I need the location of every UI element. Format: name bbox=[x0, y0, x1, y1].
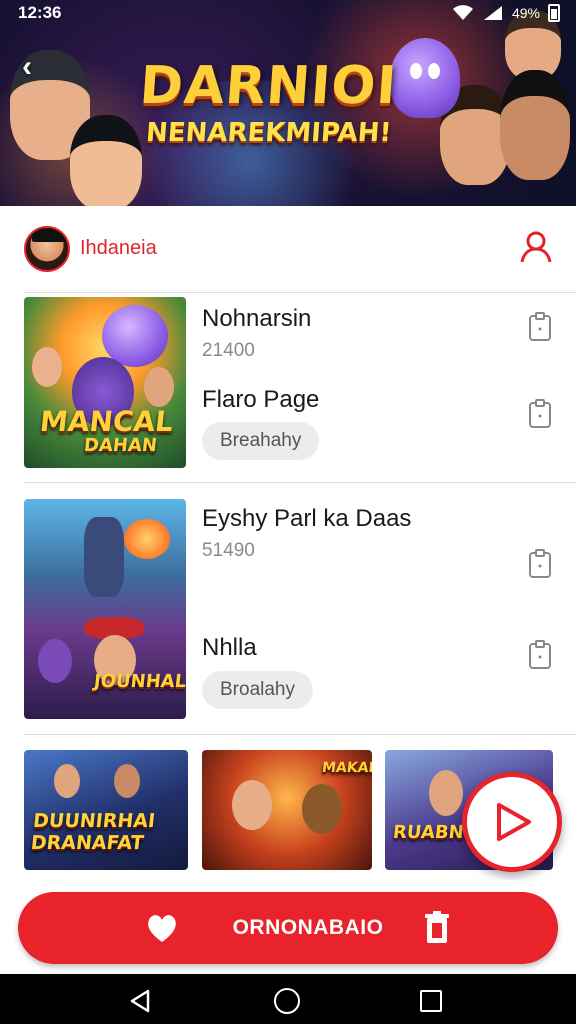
kid-character bbox=[32, 347, 62, 387]
status-bar: 12:36 49% bbox=[0, 0, 576, 28]
hero-character bbox=[500, 70, 570, 180]
item-subtitle[interactable]: Flaro Page bbox=[202, 386, 319, 414]
item-title[interactable]: Eyshy Parl ka Daas bbox=[202, 505, 411, 533]
grid-card-title: MAKAR bbox=[321, 760, 372, 776]
system-nav-bar bbox=[0, 974, 576, 1024]
item-subtitle[interactable]: Nhlla bbox=[202, 634, 257, 662]
status-icons: 49% bbox=[452, 4, 560, 22]
profile-row[interactable]: Ihdaneia bbox=[0, 206, 576, 292]
list-item[interactable]: MANCAL DAHAN Nohnarsin 21400 Flaro Page … bbox=[0, 292, 576, 482]
game-thumbnail[interactable]: MANCAL DAHAN bbox=[24, 297, 186, 468]
item-count: 51490 bbox=[202, 540, 255, 561]
play-icon bbox=[497, 803, 531, 841]
grid-card[interactable]: MAKAR bbox=[202, 750, 372, 870]
signal-icon bbox=[483, 6, 502, 20]
hero-subtitle: NENAREKMIPAH! bbox=[144, 118, 393, 148]
hero-character bbox=[84, 517, 124, 597]
heart-icon[interactable] bbox=[144, 910, 180, 946]
game-thumbnail[interactable]: JOUNHAL bbox=[24, 499, 186, 719]
card-character bbox=[232, 780, 272, 830]
list-item[interactable]: JOUNHAL Eyshy Parl ka Daas 51490 Nhlla B… bbox=[0, 494, 576, 734]
hero-ghost-mascot bbox=[390, 38, 460, 118]
clipboard-icon[interactable] bbox=[528, 399, 552, 429]
battery-percent: 49% bbox=[511, 5, 540, 21]
clipboard-icon[interactable] bbox=[528, 549, 552, 579]
profile-name[interactable]: Ihdaneia bbox=[80, 237, 157, 260]
clipboard-icon[interactable] bbox=[528, 640, 552, 670]
thumbnail-title: MANCAL bbox=[38, 405, 175, 438]
kid-character bbox=[144, 367, 174, 407]
card-character bbox=[54, 764, 80, 798]
hero-character bbox=[70, 115, 142, 206]
user-icon[interactable] bbox=[518, 228, 554, 264]
avatar[interactable] bbox=[24, 226, 70, 272]
thumbnail-title: JOUNHAL bbox=[92, 671, 186, 692]
thumbnail-subtitle: DAHAN bbox=[82, 435, 159, 456]
grid-card[interactable]: DUUNIRHAI DRANAFAT bbox=[24, 750, 188, 870]
trash-icon[interactable] bbox=[423, 911, 451, 945]
category-chip[interactable]: Breahahy bbox=[202, 422, 320, 460]
item-count: 21400 bbox=[202, 340, 255, 361]
card-character bbox=[429, 770, 463, 816]
primary-action-button[interactable]: ORNONABAIO bbox=[18, 892, 558, 964]
battery-icon bbox=[548, 4, 560, 22]
explosion bbox=[124, 519, 170, 559]
item-title[interactable]: Nohnarsin bbox=[202, 305, 311, 333]
nav-home-icon[interactable] bbox=[274, 988, 300, 1014]
divider bbox=[24, 734, 576, 735]
nav-recents-icon[interactable] bbox=[420, 990, 442, 1012]
creature-character bbox=[38, 639, 72, 683]
hero-title: DARNIOI bbox=[137, 56, 399, 116]
grid-card-title: DUUNIRHAI DRANAFAT bbox=[29, 810, 157, 854]
divider bbox=[24, 482, 576, 483]
nav-back-icon[interactable] bbox=[128, 989, 152, 1013]
clipboard-icon[interactable] bbox=[528, 312, 552, 342]
category-chip[interactable]: Broalahy bbox=[202, 671, 313, 709]
status-time: 12:36 bbox=[18, 3, 62, 22]
hero-banner[interactable]: DARNIOI NENAREKMIPAH! ‹ bbox=[0, 0, 576, 206]
back-arrow-icon[interactable]: ‹ bbox=[22, 52, 48, 82]
wifi-icon bbox=[452, 5, 473, 20]
card-character bbox=[302, 784, 342, 834]
play-button[interactable] bbox=[462, 772, 562, 872]
card-character bbox=[114, 764, 140, 798]
action-label[interactable]: ORNONABAIO bbox=[208, 916, 408, 940]
